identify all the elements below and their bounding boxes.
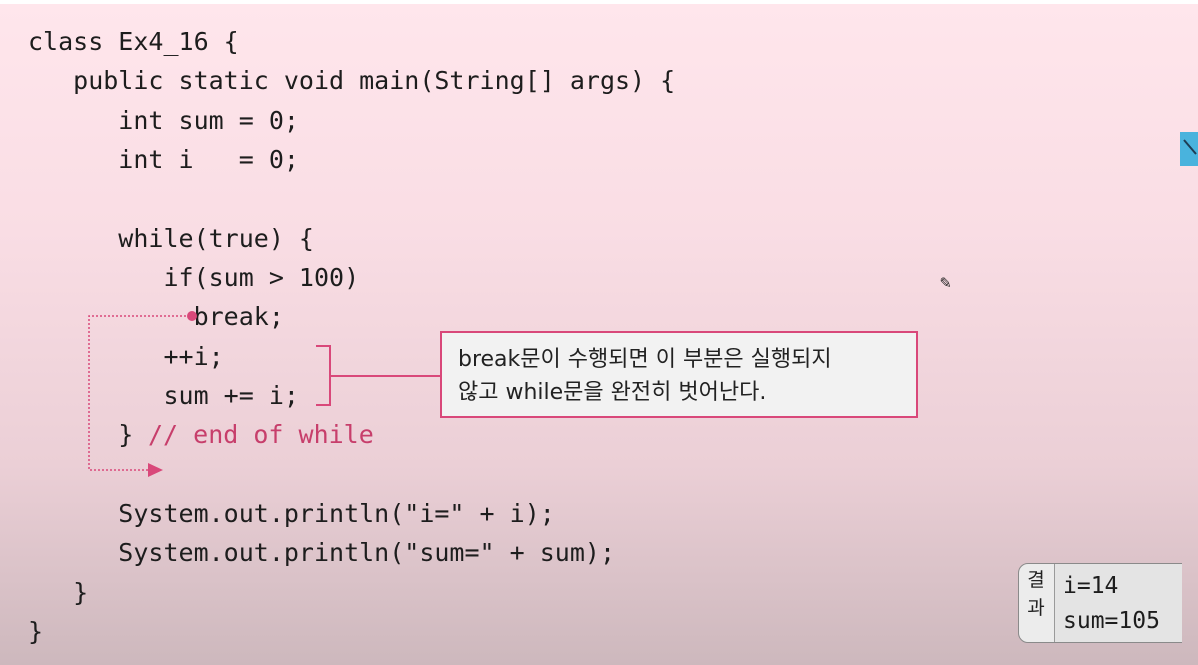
result-output-line-1: i=14 <box>1063 573 1119 599</box>
break-exit-arrow-path <box>88 315 186 471</box>
result-output-line-2: sum=105 <box>1063 608 1160 634</box>
callout-line-1: break문이 수행되면 이 부분은 실행되지 <box>458 347 832 372</box>
edit-tab-icon[interactable] <box>1180 132 1198 166</box>
result-label-bottom: 과 <box>1027 597 1045 619</box>
pencil-icon: ✎ <box>940 272 951 293</box>
explanation-callout: break문이 수행되면 이 부분은 실행되지 않고 while문을 완전히 벗… <box>440 331 918 418</box>
result-label: 결 과 <box>1020 566 1052 622</box>
result-label-top: 결 <box>1027 569 1045 591</box>
edit-tab-glyph <box>1183 139 1197 155</box>
callout-line-2: 않고 while문을 완전히 벗어난다. <box>458 380 767 405</box>
skipped-code-bracket <box>316 345 331 406</box>
break-marker-dot <box>187 311 197 321</box>
break-exit-arrowhead <box>148 463 163 477</box>
